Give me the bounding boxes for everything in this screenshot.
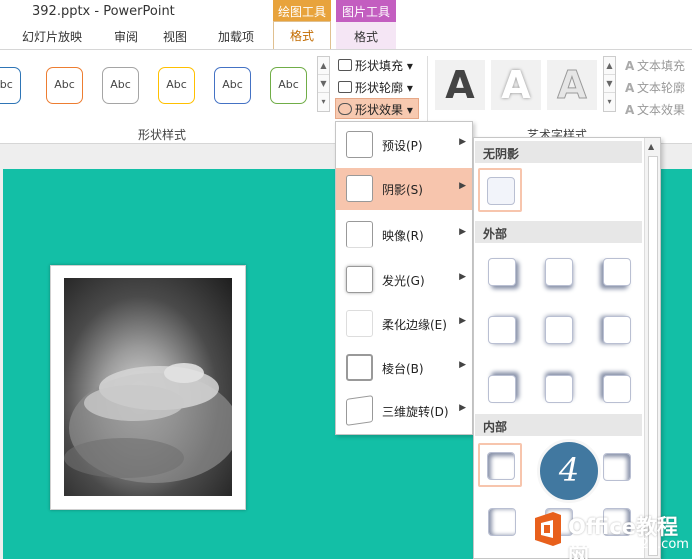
menu-item-soft-edges[interactable]: 柔化边缘(E) ▶ [336, 303, 472, 345]
inner-shadow-4[interactable] [488, 508, 516, 536]
chevron-right-icon: ▶ [459, 181, 466, 191]
tab-view[interactable]: 视图 [163, 28, 187, 45]
chevron-down-icon[interactable]: ▼ [318, 75, 329, 93]
scrollbar-thumb[interactable] [648, 156, 658, 556]
shadow-icon [346, 175, 373, 202]
shape-outline-button[interactable]: 形状轮廓 ▾ [338, 79, 413, 96]
text-outline-button[interactable]: A 文本轮廓 [625, 79, 685, 96]
shape-style-2[interactable]: Abc [46, 67, 83, 104]
shape-effects-button[interactable]: 形状效果 ▾ [338, 101, 413, 118]
soft-edges-icon [346, 310, 373, 337]
text-fill-button[interactable]: A 文本填充 [625, 57, 685, 74]
glow-icon [346, 266, 373, 293]
menu-item-glow[interactable]: 发光(G) ▶ [336, 259, 472, 301]
pencil-icon [338, 81, 352, 93]
bevel-icon [346, 354, 373, 381]
outer-shadow-6[interactable] [603, 316, 631, 344]
picture-tools-context: 图片工具 [336, 0, 396, 22]
shape-style-4[interactable]: Abc [158, 67, 195, 104]
text-effects-button[interactable]: A 文本效果 [625, 101, 685, 118]
menu-item-reflection[interactable]: 映像(R) ▶ [336, 214, 472, 256]
menu-item-3d-rotation[interactable]: 三维旋转(D) ▶ [336, 390, 472, 432]
chevron-right-icon: ▶ [459, 272, 466, 282]
outer-shadow-9[interactable] [603, 375, 631, 403]
chevron-up-icon[interactable]: ▲ [648, 142, 654, 151]
section-outer: 外部 [475, 221, 642, 243]
step-number-badge: 4 [537, 439, 601, 503]
wordart-gallery-scroll[interactable]: ▲ ▼ ▾ [603, 56, 616, 112]
gallery-expand-icon[interactable]: ▾ [318, 93, 329, 111]
outer-shadow-1[interactable] [488, 258, 516, 286]
group-label-shape-styles: 形状样式 [138, 128, 187, 142]
chevron-right-icon: ▶ [459, 227, 466, 237]
shape-style-5[interactable]: Abc [214, 67, 251, 104]
inner-shadow-1-option[interactable] [478, 443, 522, 487]
style-gallery-scroll[interactable]: ▲ ▼ ▾ [317, 56, 330, 112]
text-effects-icon: A [625, 103, 635, 117]
inner-shadow-3[interactable] [603, 453, 631, 481]
shadow-none-option[interactable] [478, 168, 522, 212]
shape-effects-menu: 预设(P) ▶ 阴影(S) ▶ 映像(R) ▶ 发光(G) ▶ 柔化边缘(E) … [335, 121, 473, 435]
outer-shadow-3[interactable] [603, 258, 631, 286]
shape-style-6[interactable]: Abc [270, 67, 307, 104]
shape-style-1[interactable]: Abc [0, 67, 21, 104]
tab-review[interactable]: 审阅 [114, 28, 138, 45]
preset-icon [346, 131, 373, 158]
chevron-down-icon[interactable]: ▼ [604, 75, 615, 93]
wordart-style-3[interactable]: A [547, 60, 597, 110]
wordart-style-1[interactable]: A [435, 60, 485, 110]
wordart-style-2[interactable]: A [491, 60, 541, 110]
tab-slideshow[interactable]: 幻灯片放映 [22, 28, 82, 45]
chevron-up-icon[interactable]: ▲ [318, 57, 329, 75]
submenu-scrollbar[interactable]: ▲ [644, 138, 660, 558]
hands-illustration [64, 363, 232, 483]
tab-addins[interactable]: 加载项 [218, 28, 254, 45]
menu-item-preset[interactable]: 预设(P) ▶ [336, 124, 472, 166]
gallery-expand-icon[interactable]: ▾ [604, 93, 615, 111]
shape-fill-button[interactable]: 形状填充 ▾ [338, 57, 413, 74]
section-no-shadow: 无阴影 [475, 141, 642, 163]
text-outline-icon: A [625, 81, 635, 95]
effects-icon [338, 103, 352, 115]
3d-rotation-icon [346, 395, 373, 426]
office-logo-icon [535, 512, 561, 546]
menu-item-shadow[interactable]: 阴影(S) ▶ [336, 168, 472, 210]
chevron-right-icon: ▶ [459, 316, 466, 326]
text-fill-icon: A [625, 59, 635, 73]
outer-shadow-7[interactable] [488, 375, 516, 403]
chevron-up-icon[interactable]: ▲ [604, 57, 615, 75]
outer-shadow-2[interactable] [545, 258, 573, 286]
section-inner: 内部 [475, 414, 642, 436]
outer-shadow-8[interactable] [545, 375, 573, 403]
chevron-right-icon: ▶ [459, 403, 466, 413]
inner-shadow-1 [487, 452, 515, 480]
tab-format-drawing[interactable]: 格式 [273, 21, 331, 49]
hands-photo [64, 278, 232, 496]
chevron-right-icon: ▶ [459, 137, 466, 147]
shadow-swatch [487, 177, 515, 205]
shape-style-3[interactable]: Abc [102, 67, 139, 104]
chevron-right-icon: ▶ [459, 360, 466, 370]
reflection-icon [346, 221, 373, 248]
menu-item-bevel[interactable]: 棱台(B) ▶ [336, 347, 472, 389]
selected-picture[interactable] [50, 265, 246, 510]
outer-shadow-4[interactable] [488, 316, 516, 344]
outer-shadow-5[interactable] [545, 316, 573, 344]
paint-bucket-icon [338, 59, 352, 71]
watermark-url: www.office26.com [570, 537, 689, 552]
drawing-tools-context: 绘图工具 [273, 0, 331, 22]
window-title: 392.pptx - PowerPoint [32, 4, 175, 19]
tab-format-picture[interactable]: 格式 [336, 22, 396, 49]
